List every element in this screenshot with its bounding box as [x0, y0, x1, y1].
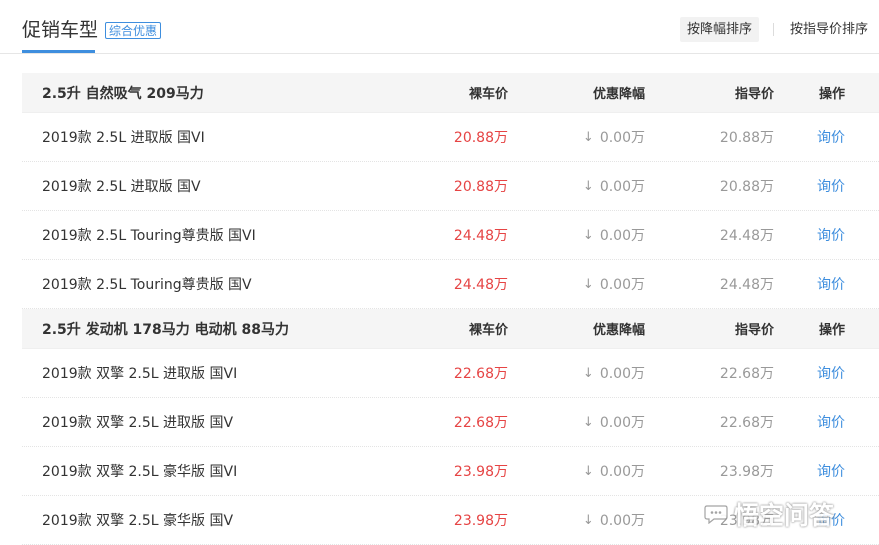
model-name[interactable]: 2019款 双擎 2.5L 豪华版 国V [42, 496, 233, 544]
page-header: 促销车型 综合优惠 按降幅排序 按指导价排序 [0, 0, 879, 54]
guide-price-value: 22.68万 [719, 415, 774, 431]
watermark-text: 悟空问答 [734, 501, 835, 530]
table-row: 2019款 双擎 2.5L 进取版 国V 22.68万 ↓ 0.00万 22.68… [22, 398, 879, 447]
sort-by-discount-button[interactable]: 按降幅排序 [680, 17, 760, 42]
guide-price-value: 22.68万 [719, 366, 774, 382]
discount-cell: ↓ 0.00万 [583, 496, 645, 544]
discount-value: 0.00万 [599, 228, 645, 244]
discount-cell: ↓ 0.00万 [583, 211, 645, 259]
table-row: 2019款 双擎 2.5L 进取版 国VI 22.68万 ↓ 0.00万 22.6… [22, 349, 879, 398]
guide-price-value: 24.48万 [719, 277, 774, 293]
arrow-down-icon: ↓ [582, 463, 594, 479]
table-row: 2019款 双擎 2.5L 豪华版 国VI 23.98万 ↓ 0.00万 23.9… [22, 447, 879, 496]
discount-value: 0.00万 [599, 130, 645, 146]
discount-value: 0.00万 [599, 415, 645, 431]
col-header-discount: 优惠降幅 [592, 323, 645, 338]
model-name[interactable]: 2019款 2.5L Touring尊贵版 国V [42, 260, 252, 308]
col-header-price: 裸车价 [468, 87, 508, 102]
guide-price-value: 20.88万 [719, 130, 774, 146]
group-engine-label: 2.5升 发动机 178马力 电动机 88马力 [42, 321, 290, 338]
title-underline [22, 50, 95, 53]
discount-cell: ↓ 0.00万 [583, 113, 645, 161]
arrow-down-icon: ↓ [582, 365, 594, 381]
watermark: 悟空问答 [704, 494, 834, 534]
discount-cell: ↓ 0.00万 [583, 447, 645, 495]
sort-by-guide-price-button[interactable]: 按指导价排序 [790, 17, 868, 42]
model-name[interactable]: 2019款 2.5L Touring尊贵版 国VI [42, 211, 256, 259]
arrow-down-icon: ↓ [582, 129, 594, 145]
model-name[interactable]: 2019款 2.5L 进取版 国V [42, 162, 201, 210]
price-value: 23.98万 [453, 513, 508, 529]
chat-bubble-icon [704, 505, 728, 524]
discount-value: 0.00万 [599, 513, 645, 529]
guide-price-value: 20.88万 [719, 179, 774, 195]
table-row: 2019款 2.5L Touring尊贵版 国V 24.48万 ↓ 0.00万 2… [22, 260, 879, 309]
price-value: 22.68万 [453, 415, 508, 431]
arrow-down-icon: ↓ [582, 227, 594, 243]
price-value: 24.48万 [453, 228, 508, 244]
inquire-price-link[interactable]: 询价 [817, 162, 845, 210]
col-header-price: 裸车价 [468, 323, 508, 338]
inquire-price-link[interactable]: 询价 [817, 447, 845, 495]
sort-divider [773, 23, 774, 36]
combined-discount-badge[interactable]: 综合优惠 [105, 22, 162, 39]
discount-cell: ↓ 0.00万 [583, 349, 645, 397]
discount-cell: ↓ 0.00万 [583, 162, 645, 210]
discount-value: 0.00万 [599, 464, 645, 480]
col-header-discount: 优惠降幅 [592, 87, 645, 102]
col-header-action: 操作 [818, 323, 845, 338]
table-row: 2019款 2.5L 进取版 国V 20.88万 ↓ 0.00万 20.88万 询… [22, 162, 879, 211]
table-row: 2019款 2.5L 进取版 国VI 20.88万 ↓ 0.00万 20.88万 … [22, 113, 879, 162]
model-name[interactable]: 2019款 双擎 2.5L 进取版 国VI [42, 349, 237, 397]
inquire-price-link[interactable]: 询价 [817, 260, 845, 308]
arrow-down-icon: ↓ [582, 178, 594, 194]
guide-price-value: 24.48万 [719, 228, 774, 244]
table-row: 2019款 2.5L Touring尊贵版 国VI 24.48万 ↓ 0.00万 … [22, 211, 879, 260]
arrow-down-icon: ↓ [582, 512, 594, 528]
inquire-price-link[interactable]: 询价 [817, 113, 845, 161]
model-name[interactable]: 2019款 双擎 2.5L 豪华版 国VI [42, 447, 237, 495]
group-header: 2.5升 发动机 178马力 电动机 88马力 裸车价 优惠降幅 指导价 操作 [22, 309, 879, 349]
inquire-price-link[interactable]: 询价 [817, 398, 845, 446]
col-header-guide-price: 指导价 [734, 323, 774, 338]
col-header-guide-price: 指导价 [734, 87, 774, 102]
discount-cell: ↓ 0.00万 [583, 260, 645, 308]
discount-value: 0.00万 [599, 179, 645, 195]
arrow-down-icon: ↓ [582, 414, 594, 430]
discount-value: 0.00万 [599, 277, 645, 293]
price-value: 24.48万 [453, 277, 508, 293]
arrow-down-icon: ↓ [582, 276, 594, 292]
price-value: 23.98万 [453, 464, 508, 480]
price-value: 20.88万 [453, 130, 508, 146]
group-header: 2.5升 自然吸气 209马力 裸车价 优惠降幅 指导价 操作 [22, 73, 879, 113]
discount-cell: ↓ 0.00万 [583, 398, 645, 446]
page-title: 促销车型 [22, 19, 99, 41]
inquire-price-link[interactable]: 询价 [817, 211, 845, 259]
group-engine-label: 2.5升 自然吸气 209马力 [42, 85, 204, 102]
promotion-table: 2.5升 自然吸气 209马力 裸车价 优惠降幅 指导价 操作 2019款 2.… [22, 73, 879, 545]
price-value: 22.68万 [453, 366, 508, 382]
price-value: 20.88万 [453, 179, 508, 195]
model-name[interactable]: 2019款 2.5L 进取版 国VI [42, 113, 205, 161]
discount-value: 0.00万 [599, 366, 645, 382]
inquire-price-link[interactable]: 询价 [817, 349, 845, 397]
guide-price-value: 23.98万 [719, 464, 774, 480]
model-name[interactable]: 2019款 双擎 2.5L 进取版 国V [42, 398, 233, 446]
col-header-action: 操作 [818, 87, 845, 102]
